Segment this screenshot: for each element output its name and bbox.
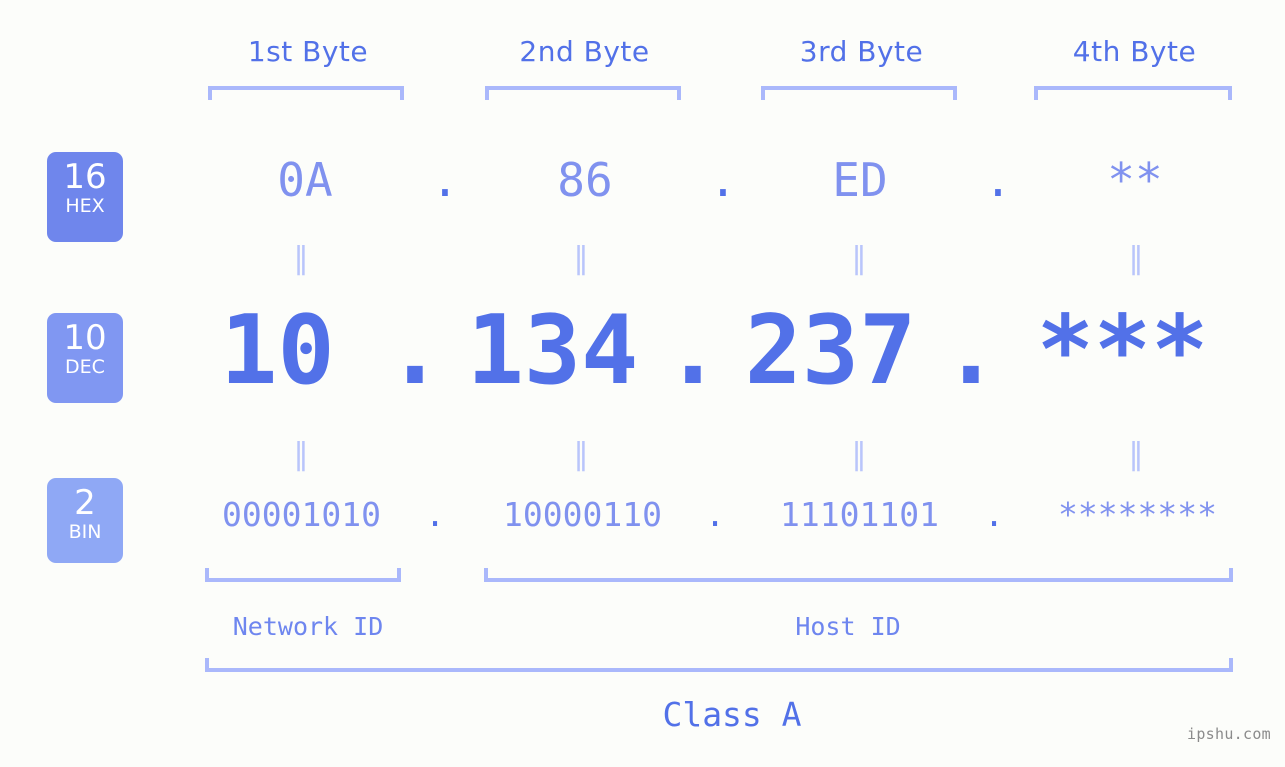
- equals-symbol-hex-dec-3: ‖: [851, 241, 867, 276]
- bin-separator-2: .: [705, 495, 725, 534]
- base-badge-bin-system: BIN: [68, 521, 102, 543]
- byte-header-2: 2nd Byte: [519, 35, 650, 68]
- bin-separator-3: .: [984, 495, 1004, 534]
- dec-separator-1: .: [386, 296, 444, 406]
- hex-byte-3: ED: [832, 153, 888, 207]
- bin-byte-1: 00001010: [222, 495, 381, 534]
- dec-separator-3: .: [942, 296, 1000, 406]
- base-badge-dec-system: DEC: [65, 356, 105, 378]
- bin-byte-3: 11101101: [780, 495, 939, 534]
- site-watermark: ipshu.com: [1187, 725, 1271, 743]
- hex-separator-2: .: [709, 153, 737, 207]
- dec-byte-2: 134: [466, 296, 639, 406]
- bin-separator-1: .: [425, 495, 445, 534]
- dec-separator-2: .: [664, 296, 722, 406]
- byte-header-3: 3rd Byte: [799, 35, 924, 68]
- equals-symbol-dec-bin-4: ‖: [1128, 437, 1144, 472]
- host-id-label: Host ID: [795, 612, 901, 641]
- bin-byte-4: ********: [1058, 495, 1217, 534]
- equals-symbol-hex-dec-4: ‖: [1128, 241, 1144, 276]
- class-label: Class A: [662, 695, 802, 734]
- byte-bracket-1: [208, 86, 404, 100]
- network-id-label: Network ID: [232, 612, 384, 641]
- equals-symbol-dec-bin-2: ‖: [573, 437, 589, 472]
- base-badge-dec-number: 10: [63, 318, 107, 358]
- bin-value-row: 00001010 . 10000110 . 11101101 . *******…: [150, 490, 1285, 550]
- ip-address-breakdown-diagram: 1st Byte 2nd Byte 3rd Byte 4th Byte 16 H…: [0, 0, 1285, 767]
- hex-separator-3: .: [984, 153, 1012, 207]
- byte-header-4: 4th Byte: [1072, 35, 1197, 68]
- bin-byte-2: 10000110: [503, 495, 662, 534]
- class-bracket: [205, 658, 1233, 672]
- base-badge-dec: 10 DEC: [47, 313, 123, 403]
- dec-value-row: 10 . 134 . 237 . ***: [150, 296, 1285, 406]
- equals-symbol-hex-dec-1: ‖: [293, 241, 309, 276]
- hex-byte-4: **: [1107, 153, 1163, 207]
- byte-bracket-4: [1034, 86, 1232, 100]
- base-badge-hex: 16 HEX: [47, 152, 123, 242]
- base-badge-bin: 2 BIN: [47, 478, 123, 563]
- equals-symbol-dec-bin-1: ‖: [293, 437, 309, 472]
- byte-bracket-3: [761, 86, 957, 100]
- hex-byte-1: 0A: [277, 153, 333, 207]
- equals-symbol-dec-bin-3: ‖: [851, 437, 867, 472]
- host-id-bracket: [484, 568, 1233, 582]
- hex-byte-2: 86: [557, 153, 613, 207]
- hex-value-row: 0A . 86 . ED . **: [150, 150, 1285, 240]
- network-id-bracket: [205, 568, 401, 582]
- dec-byte-1: 10: [220, 296, 335, 406]
- byte-header-1: 1st Byte: [247, 35, 369, 68]
- equals-symbol-hex-dec-2: ‖: [573, 241, 589, 276]
- base-badge-hex-number: 16: [63, 157, 107, 197]
- hex-separator-1: .: [431, 153, 459, 207]
- base-badge-hex-system: HEX: [65, 195, 105, 217]
- dec-byte-3: 237: [744, 296, 917, 406]
- base-badge-bin-number: 2: [74, 483, 96, 523]
- dec-byte-4: ***: [1036, 296, 1209, 406]
- byte-bracket-2: [485, 86, 681, 100]
